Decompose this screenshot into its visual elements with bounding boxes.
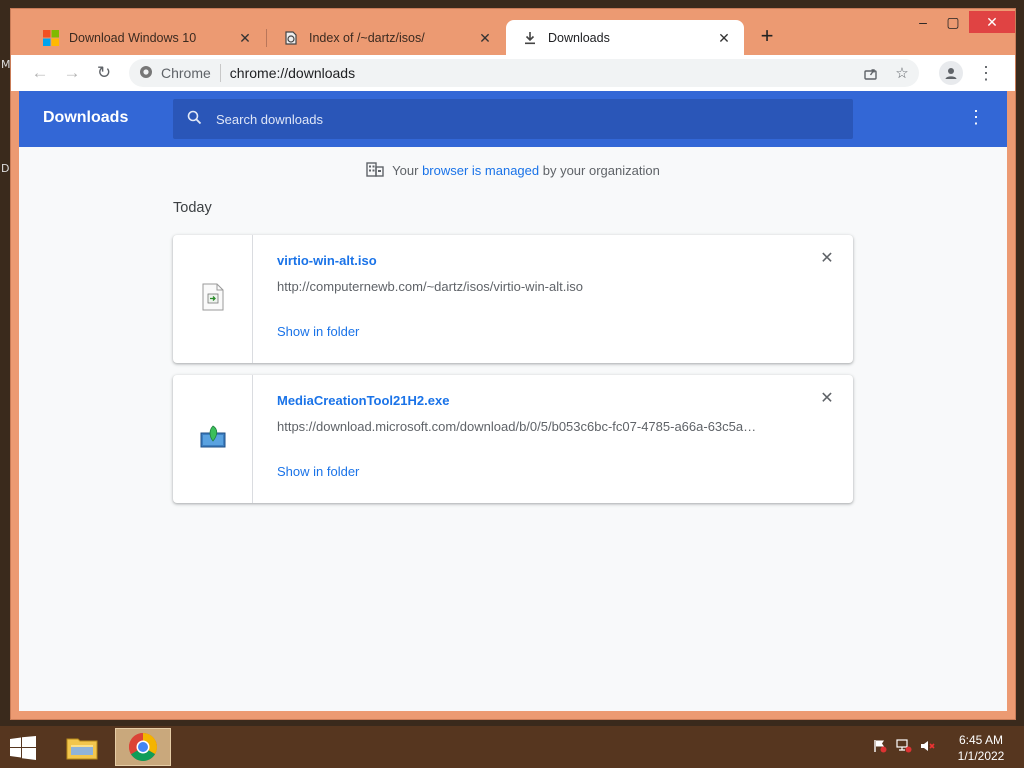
browser-menu-icon[interactable]: ⋮: [977, 61, 995, 85]
omnibox-chip: Chrome: [161, 65, 211, 81]
show-in-folder-link[interactable]: Show in folder: [277, 464, 359, 479]
remove-download-icon[interactable]: ✕: [819, 251, 835, 267]
clock-time: 6:45 AM: [958, 733, 1004, 747]
new-tab-button[interactable]: +: [755, 25, 779, 49]
tab-close-icon[interactable]: ✕: [237, 30, 253, 46]
file-icon-column: [173, 375, 253, 503]
address-bar[interactable]: Chrome chrome://downloads ☆: [129, 59, 919, 87]
taskbar-clock[interactable]: 6:45 AM 1/1/2022: [950, 732, 1012, 764]
browser-toolbar: ← → ↻ Chrome chrome://downloads ☆ ⋮: [11, 55, 1015, 91]
start-button[interactable]: [10, 736, 36, 760]
file-source-url[interactable]: https://download.microsoft.com/download/…: [277, 419, 777, 434]
managed-prefix: Your: [392, 163, 423, 178]
page-icon: [283, 30, 299, 46]
bookmark-star-icon[interactable]: ☆: [891, 62, 913, 84]
file-name-link[interactable]: MediaCreationTool21H2.exe: [277, 393, 449, 408]
chrome-logo-icon: [139, 65, 153, 82]
file-icon-column: [173, 235, 253, 363]
share-icon[interactable]: [859, 62, 881, 84]
tab-downloads[interactable]: Downloads ✕: [506, 20, 744, 55]
downloads-page: Downloads ⋮ Your browser is managed by y…: [19, 91, 1007, 711]
back-arrow-icon[interactable]: ←: [25, 58, 55, 88]
managed-link[interactable]: browser is managed: [422, 163, 539, 178]
reload-icon[interactable]: ↻: [89, 58, 119, 88]
search-input[interactable]: [216, 111, 816, 127]
tab-index-of-isos[interactable]: Index of /~dartz/isos/ ✕: [267, 20, 505, 55]
clock-date: 1/1/2022: [957, 749, 1005, 763]
search-box[interactable]: [173, 99, 853, 139]
omnibox-divider: [219, 64, 221, 82]
file-explorer-taskbar-button[interactable]: [54, 728, 110, 766]
remove-download-icon[interactable]: ✕: [819, 391, 835, 407]
search-icon: [187, 110, 202, 128]
show-in-folder-link[interactable]: Show in folder: [277, 324, 359, 339]
download-item: MediaCreationTool21H2.exe https://downlo…: [173, 375, 853, 503]
volume-muted-icon[interactable]: [920, 738, 936, 754]
minimize-button[interactable]: –: [907, 11, 939, 33]
page-title: Downloads: [43, 109, 129, 126]
chrome-icon: [129, 733, 157, 761]
tab-title: Download Windows 10: [69, 30, 197, 45]
tab-close-icon[interactable]: ✕: [477, 30, 493, 46]
downloads-menu-icon[interactable]: ⋮: [967, 107, 985, 128]
folder-icon: [66, 738, 98, 760]
windows-start-icon: [10, 736, 36, 760]
profile-avatar-icon[interactable]: [939, 61, 963, 85]
iso-file-icon: [201, 283, 225, 316]
url-text[interactable]: chrome://downloads: [230, 65, 355, 81]
network-icon[interactable]: [896, 738, 912, 754]
action-center-flag-icon[interactable]: [872, 738, 888, 754]
windows-logo-icon: [43, 29, 59, 46]
forward-arrow-icon[interactable]: →: [57, 58, 87, 88]
browser-window: Download Windows 10 ✕ Index of /~dartz/i…: [10, 8, 1016, 720]
maximize-button[interactable]: ▢: [937, 11, 969, 33]
taskbar: 6:45 AM 1/1/2022: [0, 726, 1024, 768]
download-icon: [522, 30, 538, 46]
file-name-link[interactable]: virtio-win-alt.iso: [277, 253, 377, 268]
tab-title: Index of /~dartz/isos/: [309, 30, 425, 45]
chrome-taskbar-button[interactable]: [115, 728, 171, 766]
building-icon: [366, 161, 384, 180]
system-tray: [872, 738, 936, 754]
installer-exe-icon: [200, 424, 226, 454]
desktop-icon-label-fragment: D: [1, 162, 10, 175]
date-section-label: Today: [173, 200, 212, 216]
managed-notice: Your browser is managed by your organiza…: [19, 161, 1007, 180]
close-window-button[interactable]: ✕: [969, 11, 1015, 33]
download-item: virtio-win-alt.iso http://computernewb.c…: [173, 235, 853, 363]
managed-suffix: by your organization: [539, 163, 660, 178]
tab-strip: Download Windows 10 ✕ Index of /~dartz/i…: [11, 9, 1015, 55]
tab-download-windows-10[interactable]: Download Windows 10 ✕: [27, 20, 265, 55]
tab-title: Downloads: [548, 30, 610, 45]
file-source-url[interactable]: http://computernewb.com/~dartz/isos/virt…: [277, 279, 777, 294]
tab-close-icon[interactable]: ✕: [716, 30, 732, 46]
downloads-header: Downloads ⋮: [19, 91, 1007, 147]
